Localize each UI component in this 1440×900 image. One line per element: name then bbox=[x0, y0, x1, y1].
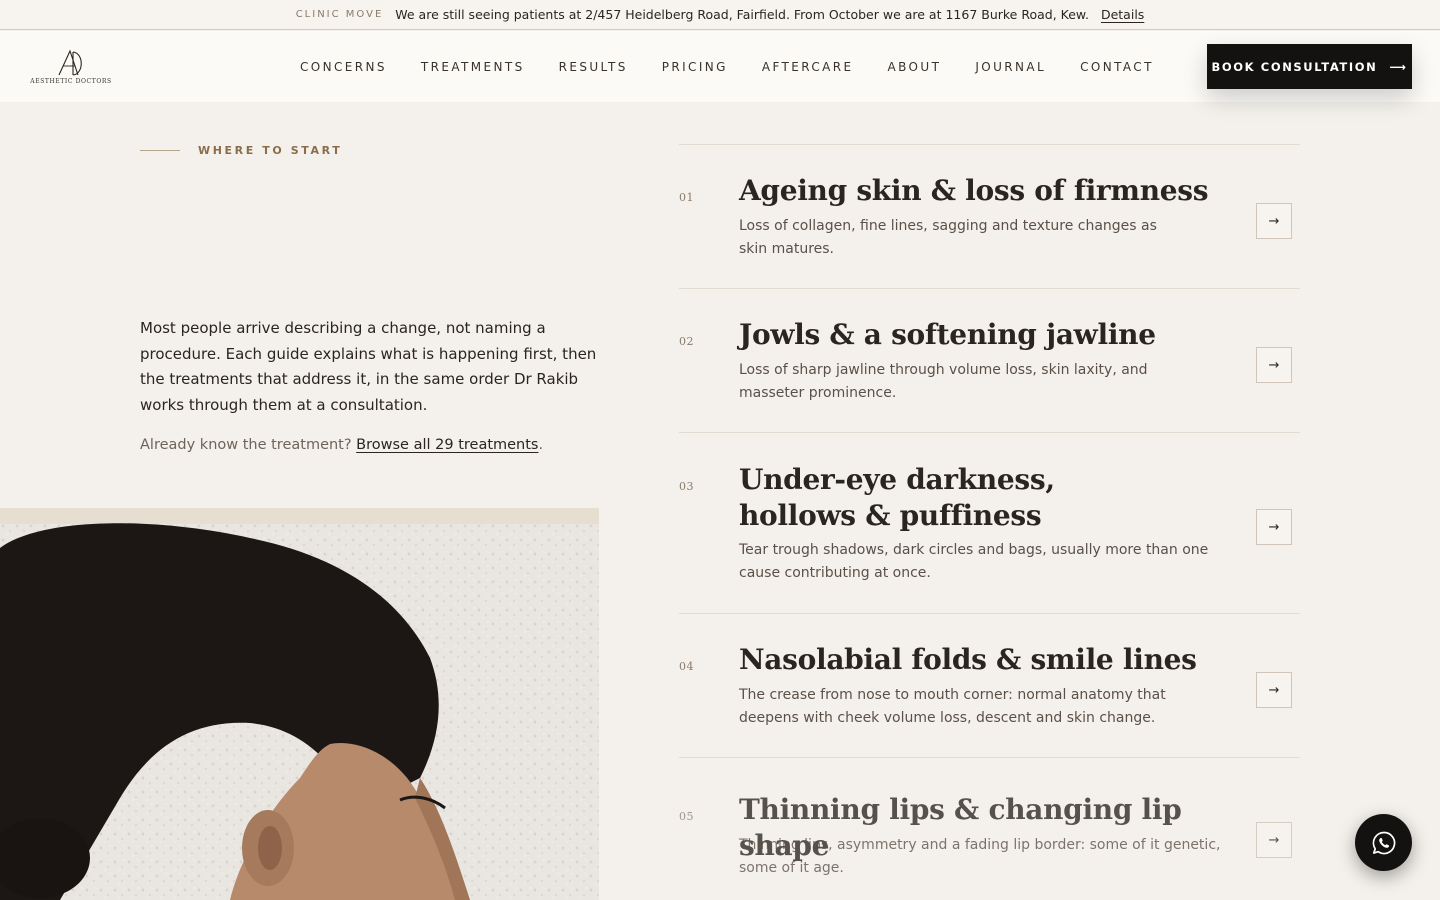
arrow-right-icon: → bbox=[1268, 682, 1280, 698]
intro-paragraph: Most people arrive describing a change, … bbox=[140, 319, 597, 414]
concern-arrow-button[interactable]: → bbox=[1256, 672, 1292, 708]
book-consultation-button[interactable]: BOOK CONSULTATION ⟶ bbox=[1207, 44, 1412, 89]
concern-title: Ageing skin & loss of firmness bbox=[739, 174, 1209, 207]
book-consultation-label: BOOK CONSULTATION bbox=[1211, 59, 1378, 74]
main-nav: CONCERNS TREATMENTS RESULTS PRICING AFTE… bbox=[300, 31, 1154, 102]
eyebrow-label: WHERE TO START bbox=[198, 144, 343, 157]
concern-description: Thinning lips, asymmetry and a fading li… bbox=[739, 837, 1221, 876]
concern-item-under-eye[interactable]: 03 Under-eye darkness, hollows & puffine… bbox=[679, 433, 1300, 614]
concern-arrow-button[interactable]: → bbox=[1256, 822, 1292, 858]
arrow-right-icon: → bbox=[1268, 357, 1280, 373]
concern-title: Under-eye darkness, hollows & puffiness bbox=[739, 463, 1055, 532]
concern-arrow-button[interactable]: → bbox=[1256, 203, 1292, 239]
browse-suffix: . bbox=[538, 437, 544, 453]
concern-number: 03 bbox=[679, 480, 694, 493]
whatsapp-button[interactable] bbox=[1355, 814, 1412, 871]
concern-description: The crease from nose to mouth corner: no… bbox=[739, 687, 1166, 726]
browse-prefix: Already know the treatment? bbox=[140, 437, 357, 453]
concern-title: Jowls & a softening jawline bbox=[739, 318, 1156, 351]
arrow-right-icon: → bbox=[1268, 832, 1280, 848]
eyebrow-divider bbox=[140, 150, 180, 151]
browse-treatments-link[interactable]: Browse all 29 treatments bbox=[356, 437, 538, 453]
announcement-tag: CLINIC MOVE bbox=[295, 9, 384, 20]
concern-arrow-button[interactable]: → bbox=[1256, 509, 1292, 545]
announcement-message: We are still seeing patients at 2/457 He… bbox=[395, 7, 1089, 22]
arrow-right-icon: → bbox=[1268, 213, 1280, 229]
browse-treatments-line: Already know the treatment? Browse all 2… bbox=[140, 437, 600, 453]
site-header: AESTHETIC DOCTORS CONCERNS TREATMENTS RE… bbox=[0, 31, 1440, 102]
arrow-right-icon: ⟶ bbox=[1389, 59, 1408, 74]
portrait-photo bbox=[0, 508, 599, 900]
nav-item-aftercare[interactable]: AFTERCARE bbox=[762, 60, 854, 74]
arrow-right-icon: → bbox=[1268, 519, 1280, 535]
concern-description: Loss of collagen, fine lines, sagging an… bbox=[739, 218, 1157, 257]
concern-item-ageing-skin[interactable]: 01 Ageing skin & loss of firmness Loss o… bbox=[679, 145, 1300, 289]
announcement-bar: CLINIC MOVE We are still seeing patients… bbox=[0, 0, 1440, 30]
concern-description: Tear trough shadows, dark circles and ba… bbox=[739, 542, 1209, 581]
nav-item-treatments[interactable]: TREATMENTS bbox=[421, 60, 525, 74]
concern-number: 02 bbox=[679, 335, 694, 348]
nav-item-results[interactable]: RESULTS bbox=[559, 60, 628, 74]
concern-number: 05 bbox=[679, 810, 694, 823]
concern-item-jowls[interactable]: 02 Jowls & a softening jawline Loss of s… bbox=[679, 289, 1300, 433]
announcement-details-link[interactable]: Details bbox=[1101, 7, 1144, 22]
nav-item-contact[interactable]: CONTACT bbox=[1080, 60, 1154, 74]
nav-item-about[interactable]: ABOUT bbox=[888, 60, 942, 74]
concern-number: 04 bbox=[679, 660, 694, 673]
logo[interactable]: AESTHETIC DOCTORS bbox=[28, 41, 114, 93]
concern-arrow-button[interactable]: → bbox=[1256, 347, 1292, 383]
nav-item-journal[interactable]: JOURNAL bbox=[975, 60, 1046, 74]
concern-number: 01 bbox=[679, 191, 694, 204]
logo-monogram-icon bbox=[58, 49, 82, 76]
nav-item-concerns[interactable]: CONCERNS bbox=[300, 60, 387, 74]
concern-item-lips[interactable]: 05 Thinning lips & changing lip shape Th… bbox=[679, 758, 1300, 900]
section-eyebrow: WHERE TO START bbox=[140, 144, 342, 157]
logo-name: AESTHETIC DOCTORS bbox=[30, 78, 112, 85]
nav-item-pricing[interactable]: PRICING bbox=[662, 60, 728, 74]
whatsapp-icon bbox=[1372, 831, 1395, 854]
concern-description: Loss of sharp jawline through volume los… bbox=[739, 362, 1148, 401]
concern-title: Nasolabial folds & smile lines bbox=[739, 643, 1197, 676]
concern-item-nasolabial[interactable]: 04 Nasolabial folds & smile lines The cr… bbox=[679, 614, 1300, 758]
